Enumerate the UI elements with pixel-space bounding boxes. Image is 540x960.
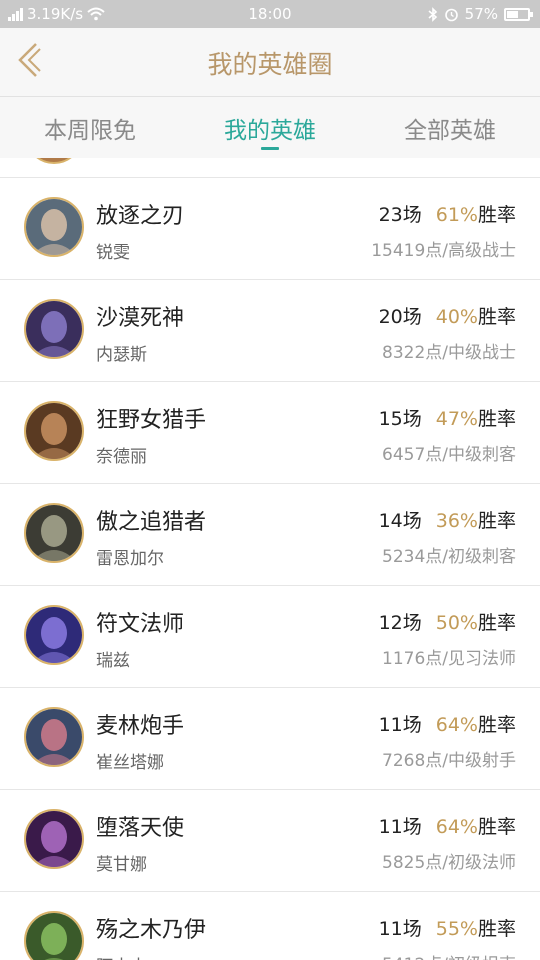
battery-icon	[504, 7, 533, 21]
hero-name: 内瑟斯	[96, 345, 147, 365]
battery-percent: 57%	[464, 5, 498, 23]
status-right: 57%	[428, 5, 533, 23]
hero-portrait-icon	[26, 301, 82, 357]
hero-list[interactable]: 放逐之刃 锐雯 23场 61%胜率 15419点/高级战士 沙漠死神 内瑟斯 20场 40%胜率…	[0, 158, 540, 960]
tab-indicator	[261, 147, 279, 150]
status-bar: 3.19K/s 18:00 57%	[0, 0, 540, 28]
hero-stats: 12场 50%胜率	[379, 608, 516, 635]
avatar	[25, 158, 83, 164]
winrate-value: 64%	[435, 816, 478, 838]
winrate-value: 40%	[435, 306, 478, 328]
hero-portrait-icon	[26, 505, 82, 561]
hero-title: 麦林炮手	[96, 714, 185, 739]
hero-stats: 14场 36%胜率	[379, 506, 516, 533]
header: 我的英雄圈	[0, 28, 540, 96]
hero-rank: 8322点/中级战士	[382, 343, 516, 363]
winrate-value: 47%	[435, 408, 478, 430]
hero-stats: 11场 64%胜率	[379, 710, 516, 737]
list-item[interactable]: 麦林炮手崔丝塔娜 11场 64%胜率 7268点/中级射手	[0, 688, 540, 790]
hero-avatar	[24, 401, 84, 461]
bluetooth-icon	[428, 6, 437, 22]
list-item[interactable]: 符文法师瑞兹 12场 50%胜率 1176点/见习法师	[0, 586, 540, 688]
hero-portrait-icon	[26, 403, 82, 459]
hero-title: 符文法师	[96, 612, 185, 637]
page-title: 我的英雄圈	[207, 50, 333, 79]
hero-name: 锐雯	[96, 243, 130, 263]
hero-avatar	[24, 197, 84, 257]
hero-rank: 5412点/初级坦克	[382, 950, 516, 960]
hero-stats: 11场 64%胜率	[379, 812, 516, 839]
winrate-label: 胜率	[477, 918, 516, 940]
hero-title: 傲之追猎者	[96, 510, 207, 535]
winrate-label: 胜率	[477, 306, 516, 328]
games-count: 20场	[378, 306, 422, 328]
hero-avatar	[24, 809, 84, 869]
list-item[interactable]: 殇之木乃伊阿木木 11场 55%胜率 5412点/初级坦克	[0, 892, 540, 960]
hero-portrait-icon	[26, 913, 82, 960]
list-item-partial[interactable]	[0, 158, 540, 178]
hero-name: 雷恩加尔	[96, 549, 164, 569]
hero-stats: 20场 40%胜率	[379, 302, 516, 329]
games-count: 12场	[378, 612, 422, 634]
hero-avatar	[24, 911, 84, 960]
hero-name: 阿木木	[96, 952, 147, 960]
winrate-label: 胜率	[477, 714, 516, 736]
hero-stats: 15场 47%胜率	[379, 404, 516, 431]
hero-rank: 5825点/初级法师	[382, 853, 516, 873]
hero-name: 瑞兹	[96, 651, 130, 671]
games-count: 11场	[378, 714, 422, 736]
games-count: 11场	[378, 816, 422, 838]
winrate-label: 胜率	[477, 816, 516, 838]
games-count: 23场	[378, 204, 422, 226]
tab-my-heroes[interactable]: 我的英雄	[180, 111, 360, 145]
hero-name: 奈德丽	[96, 447, 147, 467]
list-item[interactable]: 傲之追猎者雷恩加尔 14场 36%胜率 5234点/初级刺客	[0, 484, 540, 586]
hero-title: 殇之木乃伊	[96, 918, 207, 943]
hero-name: 崔丝塔娜	[96, 753, 164, 773]
alarm-icon	[444, 8, 458, 21]
games-count: 14场	[378, 510, 422, 532]
hero-name: 莫甘娜	[96, 855, 147, 875]
winrate-value: 61%	[435, 204, 478, 226]
hero-avatar	[24, 707, 84, 767]
hero-title: 沙漠死神	[96, 306, 185, 331]
winrate-label: 胜率	[477, 408, 516, 430]
hero-portrait-icon	[26, 811, 82, 867]
hero-rank: 7268点/中级射手	[382, 751, 516, 771]
winrate-value: 64%	[435, 714, 478, 736]
games-count: 15场	[378, 408, 422, 430]
tab-bar: 本周限免 我的英雄 全部英雄	[0, 96, 540, 158]
battery-fill	[507, 10, 518, 18]
winrate-value: 50%	[435, 612, 478, 634]
winrate-value: 36%	[435, 510, 478, 532]
hero-stats: 23场 61%胜率	[379, 200, 516, 227]
hero-rank: 1176点/见习法师	[382, 649, 516, 669]
hero-title: 狂野女猎手	[96, 408, 207, 433]
winrate-value: 55%	[435, 918, 478, 940]
hero-portrait-icon	[26, 709, 82, 765]
list-item[interactable]: 放逐之刃锐雯 23场 61%胜率 15419点/高级战士	[0, 178, 540, 280]
hero-portrait-icon	[26, 199, 82, 255]
games-count: 11场	[378, 918, 422, 940]
hero-rank: 15419点/高级战士	[371, 241, 516, 261]
hero-title: 堕落天使	[96, 816, 185, 841]
list-item[interactable]: 堕落天使莫甘娜 11场 64%胜率 5825点/初级法师	[0, 790, 540, 892]
hero-avatar	[24, 503, 84, 563]
hero-rank: 6457点/中级刺客	[382, 445, 516, 465]
winrate-label: 胜率	[477, 612, 516, 634]
list-item[interactable]: 狂野女猎手奈德丽 15场 47%胜率 6457点/中级刺客	[0, 382, 540, 484]
list-item[interactable]: 沙漠死神内瑟斯 20场 40%胜率 8322点/中级战士	[0, 280, 540, 382]
winrate-label: 胜率	[477, 204, 516, 226]
hero-portrait-icon	[26, 607, 82, 663]
hero-rank: 5234点/初级刺客	[382, 547, 516, 567]
winrate-label: 胜率	[477, 510, 516, 532]
hero-avatar	[24, 299, 84, 359]
hero-title: 放逐之刃	[96, 204, 185, 229]
tab-all-heroes[interactable]: 全部英雄	[360, 111, 540, 145]
hero-avatar	[24, 605, 84, 665]
hero-stats: 11场 55%胜率	[379, 914, 516, 941]
tab-weekly-free[interactable]: 本周限免	[0, 111, 180, 145]
